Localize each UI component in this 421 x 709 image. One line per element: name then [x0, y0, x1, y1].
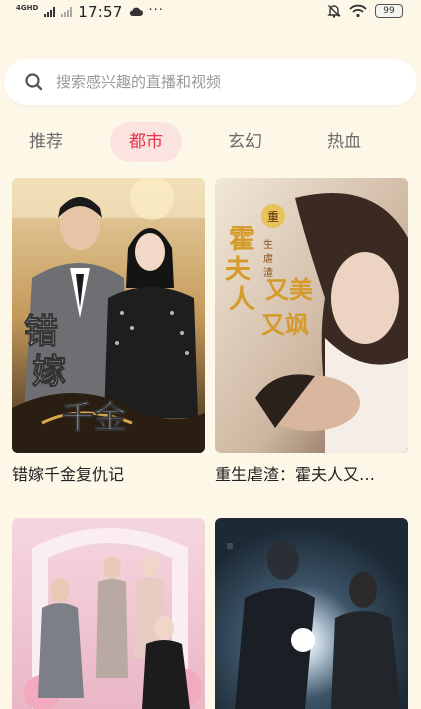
poster-image: 错 嫁 千金 [12, 178, 205, 453]
poster-image: ||| [215, 518, 408, 709]
svg-text:嫁: 嫁 [32, 352, 66, 392]
video-card[interactable]: 错 嫁 千金 错嫁千金复仇记 [12, 178, 205, 485]
signal-icon [44, 7, 56, 17]
status-bar: 4GHD 17:57 ··· 99 [0, 0, 421, 26]
tab-hot-blood[interactable]: 热血 [320, 122, 368, 162]
video-card[interactable]: ||| [215, 518, 408, 709]
video-poster[interactable] [12, 518, 205, 709]
video-card[interactable]: 重 生 虐 渣 霍 夫 人 又美 又飒 重生虐渣：霍夫人又… [215, 178, 408, 485]
mute-bell-icon [327, 5, 341, 18]
wifi-icon [349, 4, 367, 18]
video-title[interactable]: 错嫁千金复仇记 [12, 461, 205, 485]
svg-text:错: 错 [24, 312, 58, 352]
video-poster[interactable]: 错 嫁 千金 [12, 178, 205, 453]
svg-text:生: 生 [263, 238, 273, 251]
search-icon [25, 73, 43, 91]
tab-fantasy[interactable]: 玄幻 [221, 122, 269, 162]
tab-urban[interactable]: 都市 [110, 122, 182, 162]
svg-text:夫: 夫 [225, 255, 252, 285]
svg-text:千金: 千金 [62, 398, 127, 436]
svg-text:又飒: 又飒 [261, 310, 309, 339]
svg-text:人: 人 [229, 285, 255, 315]
svg-text:虐: 虐 [263, 252, 273, 265]
tab-recommend[interactable]: 推荐 [22, 122, 70, 162]
svg-text:又美: 又美 [265, 275, 313, 304]
video-poster[interactable]: 重 生 虐 渣 霍 夫 人 又美 又飒 [215, 178, 408, 453]
cloud-icon [129, 7, 143, 16]
svg-text:重: 重 [267, 210, 279, 224]
clock: 17:57 [78, 3, 123, 21]
more-notifications-icon: ··· [148, 2, 164, 18]
poster-image: 重 生 虐 渣 霍 夫 人 又美 又飒 [215, 178, 408, 453]
category-tabs: 推荐 都市 玄幻 热血 [0, 122, 421, 162]
poster-image [12, 518, 205, 709]
video-card[interactable] [12, 518, 205, 709]
signal-2-icon [61, 7, 73, 17]
video-poster[interactable]: ||| [215, 518, 408, 709]
video-title[interactable]: 重生虐渣：霍夫人又… [215, 461, 408, 485]
battery-level: 99 [375, 4, 403, 18]
search-placeholder: 搜索感兴趣的直播和视频 [56, 73, 222, 91]
svg-text:|||: ||| [227, 543, 233, 550]
svg-text:霍: 霍 [229, 225, 255, 255]
search-bar[interactable]: 搜索感兴趣的直播和视频 [4, 59, 417, 105]
network-type: 4GHD [16, 3, 39, 12]
